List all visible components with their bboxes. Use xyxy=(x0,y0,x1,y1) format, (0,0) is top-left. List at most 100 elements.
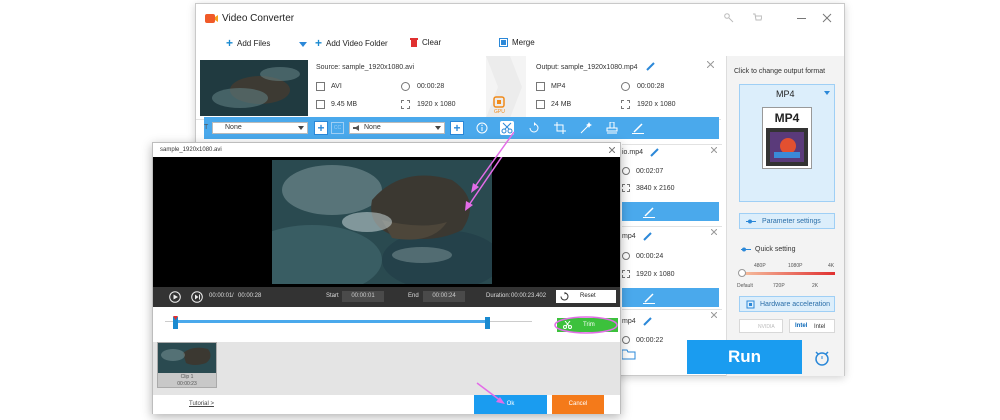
subtitle-dropdown[interactable]: None T xyxy=(204,122,308,134)
add-files-dropdown-arrow[interactable] xyxy=(299,42,307,47)
current-time: 00:00:01 xyxy=(209,293,233,299)
crop-icon[interactable] xyxy=(554,122,566,134)
video-preview xyxy=(153,157,620,287)
chevron-down-icon xyxy=(824,91,830,95)
intel-option[interactable]: Intel Intel xyxy=(789,319,835,333)
playback-controls: 00:00:01 / 00:00:28 Start 00:00:01 End 0… xyxy=(153,287,620,307)
duration-label: Duration: xyxy=(486,293,511,299)
edit-pen-icon[interactable] xyxy=(632,122,644,134)
selected-range xyxy=(175,320,487,323)
quality-slider-handle[interactable] xyxy=(738,269,746,277)
subtitle-value: None xyxy=(225,124,242,131)
add-video-folder-button[interactable]: + Add Video Folder xyxy=(315,36,388,50)
duration-value: 00:00:23.402 xyxy=(511,293,547,299)
format-icon xyxy=(536,82,545,91)
trim-end-handle[interactable] xyxy=(485,317,490,329)
clip-thumbnail[interactable]: Clip 1 00:00:23 xyxy=(157,342,217,388)
playhead-marker[interactable] xyxy=(173,316,178,320)
run-button[interactable]: Run xyxy=(687,340,802,374)
edit-output-name-icon[interactable] xyxy=(643,232,652,241)
parameter-settings-button[interactable]: Parameter settings xyxy=(739,213,835,229)
edit-output-name-icon[interactable] xyxy=(643,317,652,326)
edit-pen-icon[interactable] xyxy=(643,292,655,304)
remove-file-icon[interactable] xyxy=(711,312,717,318)
cancel-button[interactable]: Cancel xyxy=(552,395,604,414)
end-label: End xyxy=(408,293,419,299)
folder-plus-icon: + xyxy=(315,36,323,50)
chip-icon xyxy=(746,300,755,309)
video-thumbnail[interactable] xyxy=(200,60,308,116)
edit-toolbar: None T + CC None + xyxy=(204,117,719,139)
output-folder-icon[interactable] xyxy=(622,348,636,360)
app-title: Video Converter xyxy=(222,13,295,24)
quality-label-2k: 2K xyxy=(812,283,819,289)
remove-file-icon[interactable] xyxy=(711,147,717,153)
edit-output-name-icon[interactable] xyxy=(646,62,655,71)
start-time-field[interactable]: 00:00:01 xyxy=(342,291,384,302)
list-item[interactable]: mp4 00:00:24 1920 x 1080 xyxy=(622,226,722,286)
file-row[interactable]: Source: sample_1920x1080.avi AVI 00:00:2… xyxy=(196,56,721,120)
alarm-clock-icon[interactable] xyxy=(814,350,830,366)
tutorial-link[interactable]: Tutorial > xyxy=(189,401,214,407)
cart-icon[interactable] xyxy=(752,13,762,23)
output-format: MP4 xyxy=(551,83,566,90)
add-subtitle-button[interactable]: + xyxy=(314,121,328,135)
clock-icon xyxy=(622,252,630,260)
merge-button[interactable]: Merge xyxy=(499,38,535,47)
edit-pen-icon[interactable] xyxy=(643,206,655,218)
output-filename: Output: sample_1920x1080.mp4 xyxy=(536,64,638,71)
list-item[interactable]: io.mp4 00:02:07 3840 x 2160 xyxy=(622,144,722,204)
clip-duration: 00:00:23 xyxy=(177,381,197,387)
cc-icon[interactable]: CC xyxy=(331,122,344,134)
remove-file-icon[interactable] xyxy=(707,61,714,68)
resolution-icon xyxy=(622,270,630,278)
annotation-arrow xyxy=(471,131,515,193)
dialog-title: sample_1920x1080.avi xyxy=(160,147,222,153)
output-format-selector[interactable]: MP4 MP4 xyxy=(739,84,835,202)
file-name: mp4 xyxy=(622,233,636,240)
minimize-button[interactable] xyxy=(797,18,806,19)
folder-icon xyxy=(536,100,545,109)
output-size: 24 MB xyxy=(551,101,572,108)
speaker-icon xyxy=(353,125,359,131)
file-duration: 00:00:22 xyxy=(636,337,664,344)
source-format: AVI xyxy=(331,83,342,90)
file-icon-format-label: MP4 xyxy=(774,111,800,125)
edit-toolbar xyxy=(622,288,719,307)
plus-icon: + xyxy=(226,36,234,50)
edit-output-name-icon[interactable] xyxy=(650,148,659,157)
quality-slider-track[interactable] xyxy=(741,272,835,275)
sliders-icon xyxy=(746,218,756,225)
rotate-icon[interactable] xyxy=(528,122,540,134)
clear-button[interactable]: Clear xyxy=(410,38,441,47)
play-icon[interactable] xyxy=(169,291,181,303)
quick-setting-icon xyxy=(741,246,751,253)
remove-file-icon[interactable] xyxy=(711,229,717,235)
clock-icon xyxy=(401,82,410,91)
total-time: 00:00:28 xyxy=(238,293,262,299)
file-duration: 00:00:24 xyxy=(636,253,664,260)
end-time-field[interactable]: 00:00:24 xyxy=(423,291,465,302)
close-window-button[interactable] xyxy=(822,13,832,23)
key-icon[interactable] xyxy=(724,13,734,23)
add-audio-button[interactable]: + xyxy=(450,121,464,135)
close-dialog-icon[interactable] xyxy=(609,147,615,153)
list-item[interactable]: mp4 00:00:22 xyxy=(622,309,722,344)
clear-label: Clear xyxy=(422,38,442,47)
quality-label-480p: 480P xyxy=(754,263,766,269)
watermark-stamp-icon[interactable] xyxy=(606,122,618,134)
effects-wand-icon[interactable] xyxy=(580,122,592,134)
step-forward-icon[interactable] xyxy=(191,291,203,303)
output-duration: 00:00:28 xyxy=(637,83,665,90)
source-resolution: 1920 x 1080 xyxy=(417,101,456,108)
quality-label-720p: 720P xyxy=(773,283,785,289)
reset-label: Reset xyxy=(580,293,596,299)
format-hint: Click to change output format xyxy=(734,68,826,75)
hardware-acceleration-button[interactable]: Hardware acceleration xyxy=(739,296,835,312)
nvidia-option[interactable]: NVIDIA xyxy=(739,319,783,333)
gpu-icon xyxy=(493,96,505,108)
reset-button[interactable]: Reset xyxy=(556,290,616,303)
add-files-button[interactable]: + Add Files xyxy=(226,36,270,50)
output-format-panel: Click to change output format MP4 MP4 Pa… xyxy=(726,56,844,376)
audio-track-dropdown[interactable]: None xyxy=(349,122,445,134)
